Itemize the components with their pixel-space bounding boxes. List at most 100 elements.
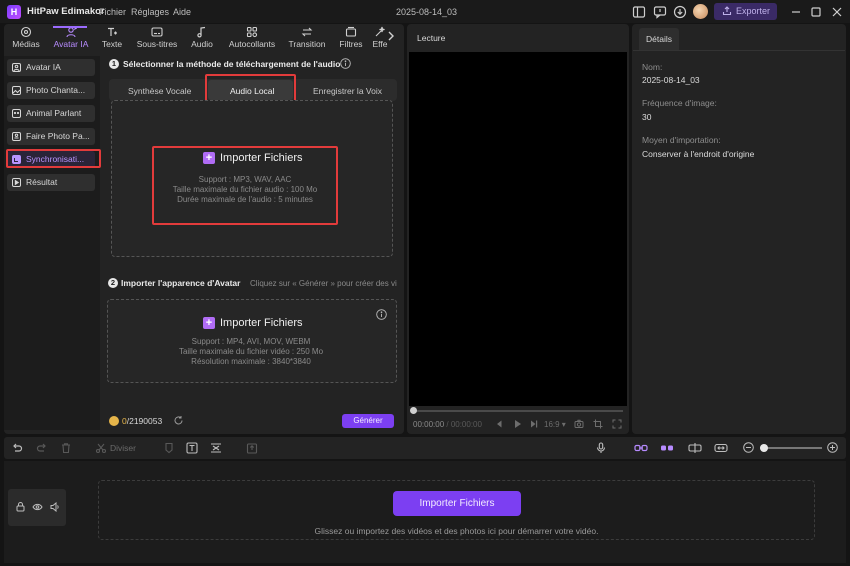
stickers-icon — [224, 25, 280, 38]
sidebar-item-resultat[interactable]: Résultat — [7, 174, 95, 191]
subtab-enregistrer-voix[interactable]: Enregistrer la Voix — [313, 86, 382, 96]
redo-icon[interactable] — [36, 442, 48, 454]
sidebar-item-animal-parlant[interactable]: Animal Parlant — [7, 105, 95, 122]
user-avatar[interactable] — [693, 4, 708, 19]
tab-transition[interactable]: Transition — [286, 24, 328, 50]
transition-icon — [286, 25, 328, 38]
menu-aide[interactable]: Aide — [173, 7, 191, 17]
video-info-line: Taille maximale du fichier vidéo : 250 M… — [178, 347, 324, 356]
highlight-box-sidebar — [6, 149, 101, 168]
document-title: 2025-08-14_03 — [396, 7, 458, 17]
delete-icon[interactable] — [60, 442, 72, 454]
microphone-icon[interactable] — [595, 442, 607, 454]
credits-total: /2190053 — [126, 416, 163, 426]
tab-label: Transition — [288, 39, 326, 49]
link-icon[interactable] — [634, 442, 648, 454]
sidebar-item-avatar-ia[interactable]: Avatar IA — [7, 59, 95, 76]
music-note-icon — [188, 25, 216, 38]
aspect-ratio-select[interactable]: 16:9 ▾ — [544, 420, 566, 429]
video-support-info: Support : MP4, AVI, MOV, WEBM Taille max… — [153, 337, 349, 367]
export-button[interactable]: Exporter — [714, 3, 777, 20]
info-icon[interactable] — [376, 309, 387, 320]
tab-autocollants[interactable]: Autocollants — [224, 24, 280, 50]
export-clip-icon[interactable] — [246, 442, 258, 454]
undo-icon[interactable] — [11, 442, 23, 454]
scrub-bar[interactable] — [413, 410, 623, 412]
fullscreen-icon[interactable] — [612, 419, 622, 429]
track-visibility-icon[interactable] — [32, 502, 43, 512]
feedback-icon[interactable] — [653, 5, 667, 19]
auto-cut-icon[interactable] — [210, 442, 222, 454]
sidebar-item-photo-chantante[interactable]: Photo Chanta... — [7, 82, 95, 99]
video-preview — [409, 52, 627, 406]
download-icon[interactable] — [673, 5, 687, 19]
preview-track-icon[interactable] — [688, 442, 702, 454]
text-tool-icon[interactable] — [186, 442, 198, 454]
export-icon — [722, 6, 732, 16]
coin-icon — [109, 416, 119, 426]
tab-texte[interactable]: Texte — [98, 24, 126, 50]
play-icon[interactable] — [513, 419, 522, 429]
tab-audio[interactable]: Audio — [188, 24, 216, 50]
close-icon[interactable] — [831, 6, 845, 20]
sidebar-item-label: Faire Photo Pa... — [26, 131, 90, 141]
zoom-in-icon[interactable] — [827, 442, 838, 453]
subtitles-icon — [133, 25, 181, 38]
crop-icon[interactable] — [593, 419, 603, 429]
layout-icon[interactable] — [632, 5, 646, 19]
tab-label: Autocollants — [228, 39, 276, 49]
refresh-icon[interactable] — [173, 415, 184, 426]
step-2-number: 2 — [108, 278, 118, 288]
step-1-number: 1 — [109, 59, 119, 69]
avatar-import-button[interactable]: Importer Fichiers — [220, 317, 303, 329]
tab-medias[interactable]: Médias — [8, 24, 44, 50]
track-audio-icon[interactable] — [50, 502, 60, 512]
tab-label: Médias — [12, 39, 40, 49]
detail-framerate-label: Fréquence d'image: — [642, 98, 717, 108]
split-label[interactable]: Diviser — [110, 443, 136, 453]
aspect-ratio-value: 16:9 — [544, 420, 560, 429]
menu-reglages[interactable]: Réglages — [131, 7, 169, 17]
tab-filtres[interactable]: Filtres — [336, 24, 366, 50]
zoom-slider[interactable] — [760, 447, 822, 449]
menu-fichier[interactable]: Fichier — [99, 7, 126, 17]
generate-button[interactable]: Générer — [342, 414, 394, 428]
tab-label: Avatar IA — [53, 39, 89, 49]
photo-icon — [12, 86, 21, 95]
step-2-hint: Cliquez sur « Générer » pour créer des v… — [250, 279, 397, 288]
tab-sous-titres[interactable]: Sous-titres — [133, 24, 181, 50]
chevron-right-icon[interactable] — [386, 30, 396, 42]
prev-frame-icon[interactable] — [495, 419, 503, 429]
text-icon — [98, 25, 126, 38]
timeline-import-button[interactable]: Importer Fichiers — [393, 491, 521, 516]
detail-framerate-value: 30 — [642, 112, 652, 122]
split-icon[interactable] — [95, 442, 107, 454]
marker-icon[interactable] — [163, 442, 175, 454]
tab-label: Texte — [101, 39, 123, 49]
info-icon[interactable] — [340, 58, 351, 69]
snapshot-icon[interactable] — [574, 419, 584, 429]
minimize-icon[interactable] — [790, 6, 804, 20]
video-info-line: Support : MP4, AVI, MOV, WEBM — [191, 337, 311, 346]
sidebar-item-label: Photo Chanta... — [26, 85, 86, 95]
scrub-handle[interactable] — [410, 407, 417, 414]
fit-timeline-icon[interactable] — [714, 442, 728, 454]
tab-details[interactable]: Détails — [639, 28, 679, 50]
sidebar-item-label: Résultat — [26, 177, 58, 187]
media-icon — [8, 25, 44, 38]
zoom-out-icon[interactable] — [743, 442, 754, 453]
magnet-icon[interactable] — [660, 442, 674, 454]
active-tab-indicator — [53, 26, 87, 28]
tab-label: Audio — [191, 39, 213, 49]
maximize-icon[interactable] — [810, 6, 824, 20]
filter-icon — [336, 25, 366, 38]
plus-icon[interactable]: + — [203, 317, 215, 329]
track-lock-icon[interactable] — [16, 502, 25, 512]
subtab-synthese-vocale[interactable]: Synthèse Vocale — [128, 86, 191, 96]
next-frame-icon[interactable] — [530, 419, 539, 429]
time-current: 00:00:00 — [413, 420, 445, 429]
result-icon — [12, 178, 21, 187]
sidebar-item-faire-photo-parler[interactable]: Faire Photo Pa... — [7, 128, 95, 145]
zoom-slider-handle[interactable] — [760, 444, 768, 452]
tab-label: Sous-titres — [136, 39, 178, 49]
